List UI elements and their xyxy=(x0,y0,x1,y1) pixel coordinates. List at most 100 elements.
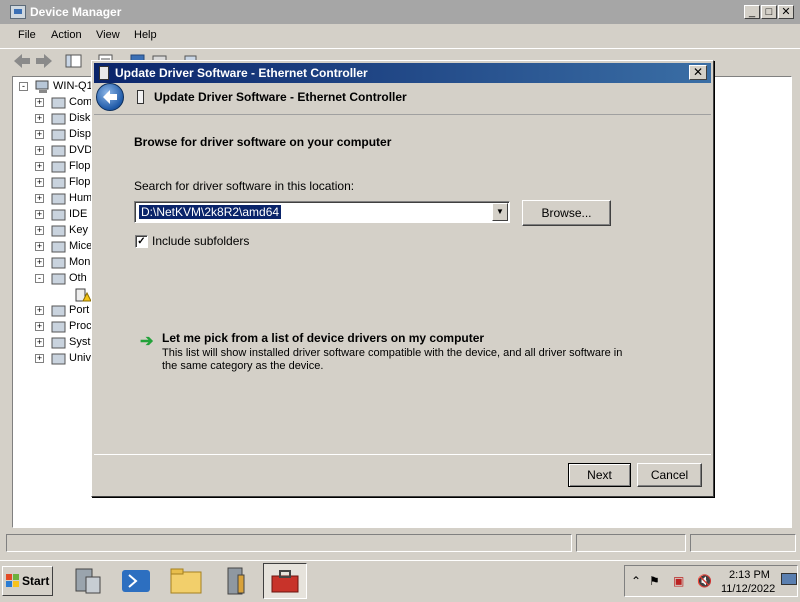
menu-view[interactable]: View xyxy=(96,29,120,41)
expand-toggle[interactable]: + xyxy=(35,354,44,363)
status-cell-3 xyxy=(690,534,796,552)
ethernet-device-icon xyxy=(137,90,144,104)
browse-button[interactable]: Browse... xyxy=(522,200,611,226)
back-button[interactable] xyxy=(96,83,124,111)
network-error-icon[interactable]: ▣ xyxy=(673,574,684,588)
tree-item-label: Proc xyxy=(69,320,92,332)
expand-toggle[interactable]: + xyxy=(35,226,44,235)
driver-path-combobox[interactable]: D:\NetKVM\2k8R2\amd64 ▼ xyxy=(134,201,510,223)
window-title: Device Manager xyxy=(30,5,122,19)
status-bar xyxy=(6,534,796,552)
device-category-icon xyxy=(51,240,66,253)
device-icon xyxy=(99,66,109,80)
notification-area: ⌃ ⚑ ▣ 🔇 2:13 PM 11/12/2022 xyxy=(624,565,798,597)
tree-item-label: Hum xyxy=(69,192,93,204)
tree-item-label: Flop xyxy=(69,160,91,172)
green-arrow-icon: ➔ xyxy=(140,333,154,350)
windows-logo-icon xyxy=(6,574,20,588)
collapse-toggle[interactable]: - xyxy=(19,82,28,91)
clock-date[interactable]: 11/12/2022 xyxy=(721,583,775,595)
volume-muted-icon[interactable]: 🔇 xyxy=(697,574,712,588)
menu-help[interactable]: Help xyxy=(134,29,157,41)
tree-item-label: Mice xyxy=(69,240,93,252)
chevron-down-icon[interactable]: ▼ xyxy=(492,203,508,221)
show-desktop-icon[interactable] xyxy=(781,573,797,585)
section-heading: Browse for driver software on your compu… xyxy=(134,135,392,149)
device-category-icon xyxy=(51,272,66,285)
start-label: Start xyxy=(22,574,50,588)
pick-from-list-link[interactable]: Let me pick from a list of device driver… xyxy=(162,331,484,345)
device-category-icon xyxy=(51,128,66,141)
dialog-titlebar[interactable]: Update Driver Software - Ethernet Contro… xyxy=(94,63,711,83)
clock-time[interactable]: 2:13 PM xyxy=(729,569,770,581)
search-location-label: Search for driver software in this locat… xyxy=(134,179,355,193)
back-arrow-icon[interactable] xyxy=(12,52,32,70)
console-tree-icon[interactable] xyxy=(64,52,84,70)
wizard-content: Browse for driver software on your compu… xyxy=(94,114,711,455)
device-category-icon xyxy=(51,192,66,205)
expand-toggle[interactable]: + xyxy=(35,306,44,315)
device-category-icon xyxy=(51,208,66,221)
dialog-close-button[interactable]: ✕ xyxy=(689,65,707,80)
include-subfolders-label[interactable]: Include subfolders xyxy=(152,234,249,248)
powershell-icon[interactable] xyxy=(114,563,158,599)
tree-item-label: Key xyxy=(69,224,88,236)
close-button[interactable]: ✕ xyxy=(778,5,794,19)
device-category-icon xyxy=(51,320,66,333)
device-manager-titlebar[interactable]: Device Manager _ □ ✕ xyxy=(0,0,800,24)
expand-toggle[interactable]: + xyxy=(35,130,44,139)
expand-toggle[interactable]: + xyxy=(35,210,44,219)
wizard-header-title: Update Driver Software - Ethernet Contro… xyxy=(154,90,407,104)
server-manager-icon[interactable] xyxy=(66,563,110,599)
device-category-icon xyxy=(51,224,66,237)
expand-toggle[interactable]: + xyxy=(35,178,44,187)
start-button[interactable]: Start xyxy=(2,566,53,596)
driver-path-value[interactable]: D:\NetKVM\2k8R2\amd64 xyxy=(139,205,282,219)
tree-item-label: Flop xyxy=(69,176,91,188)
warning-device-icon xyxy=(75,288,92,302)
expand-toggle[interactable]: + xyxy=(35,194,44,203)
tree-item-label: Disk xyxy=(69,112,91,124)
tree-item-label: Oth xyxy=(69,272,87,284)
tree-root-label: WIN-Q1 xyxy=(53,80,93,92)
menu-file[interactable]: File xyxy=(18,29,36,41)
cancel-button[interactable]: Cancel xyxy=(637,463,702,487)
explorer-folder-icon[interactable] xyxy=(164,563,208,599)
taskbar: Start ⌃ ⚑ ▣ 🔇 2:13 PM 11/12/2022 xyxy=(0,560,800,600)
expand-toggle[interactable]: + xyxy=(35,338,44,347)
status-cell-2 xyxy=(576,534,686,552)
back-arrow-icon xyxy=(103,90,117,104)
dialog-window-title: Update Driver Software - Ethernet Contro… xyxy=(115,66,368,80)
tree-item-label: Univ xyxy=(69,352,92,364)
expand-toggle[interactable]: + xyxy=(35,98,44,107)
server-tools-icon[interactable] xyxy=(214,563,258,599)
device-category-icon xyxy=(51,96,66,109)
action-center-flag-icon[interactable]: ⚑ xyxy=(649,574,660,588)
device-manager-icon xyxy=(10,5,26,19)
device-category-icon xyxy=(51,352,66,365)
device-category-icon xyxy=(51,112,66,125)
expand-toggle[interactable]: + xyxy=(35,258,44,267)
device-category-icon xyxy=(51,160,66,173)
expand-toggle[interactable]: + xyxy=(35,114,44,123)
menu-action[interactable]: Action xyxy=(51,29,82,41)
expand-toggle[interactable]: + xyxy=(35,242,44,251)
pick-from-list-description: This list will show installed driver sof… xyxy=(162,347,623,372)
status-cell-main xyxy=(6,534,572,552)
device-category-icon xyxy=(51,304,66,317)
computer-icon xyxy=(35,80,49,93)
show-hidden-icons[interactable]: ⌃ xyxy=(631,574,641,588)
expand-toggle[interactable]: + xyxy=(35,146,44,155)
expand-toggle[interactable]: + xyxy=(35,322,44,331)
forward-arrow-icon[interactable] xyxy=(34,52,54,70)
maximize-button[interactable]: □ xyxy=(761,5,777,19)
include-subfolders-checkbox[interactable]: ✓ xyxy=(135,235,148,248)
minimize-button[interactable]: _ xyxy=(744,5,760,19)
expand-toggle[interactable]: + xyxy=(35,162,44,171)
tree-item-label: IDE xyxy=(69,208,88,220)
next-button[interactable]: Next xyxy=(568,463,631,487)
toolbox-icon[interactable] xyxy=(263,563,307,599)
update-driver-dialog: Update Driver Software - Ethernet Contro… xyxy=(91,60,714,497)
tree-item-label: Com xyxy=(69,96,93,108)
expand-toggle[interactable]: - xyxy=(35,274,44,283)
